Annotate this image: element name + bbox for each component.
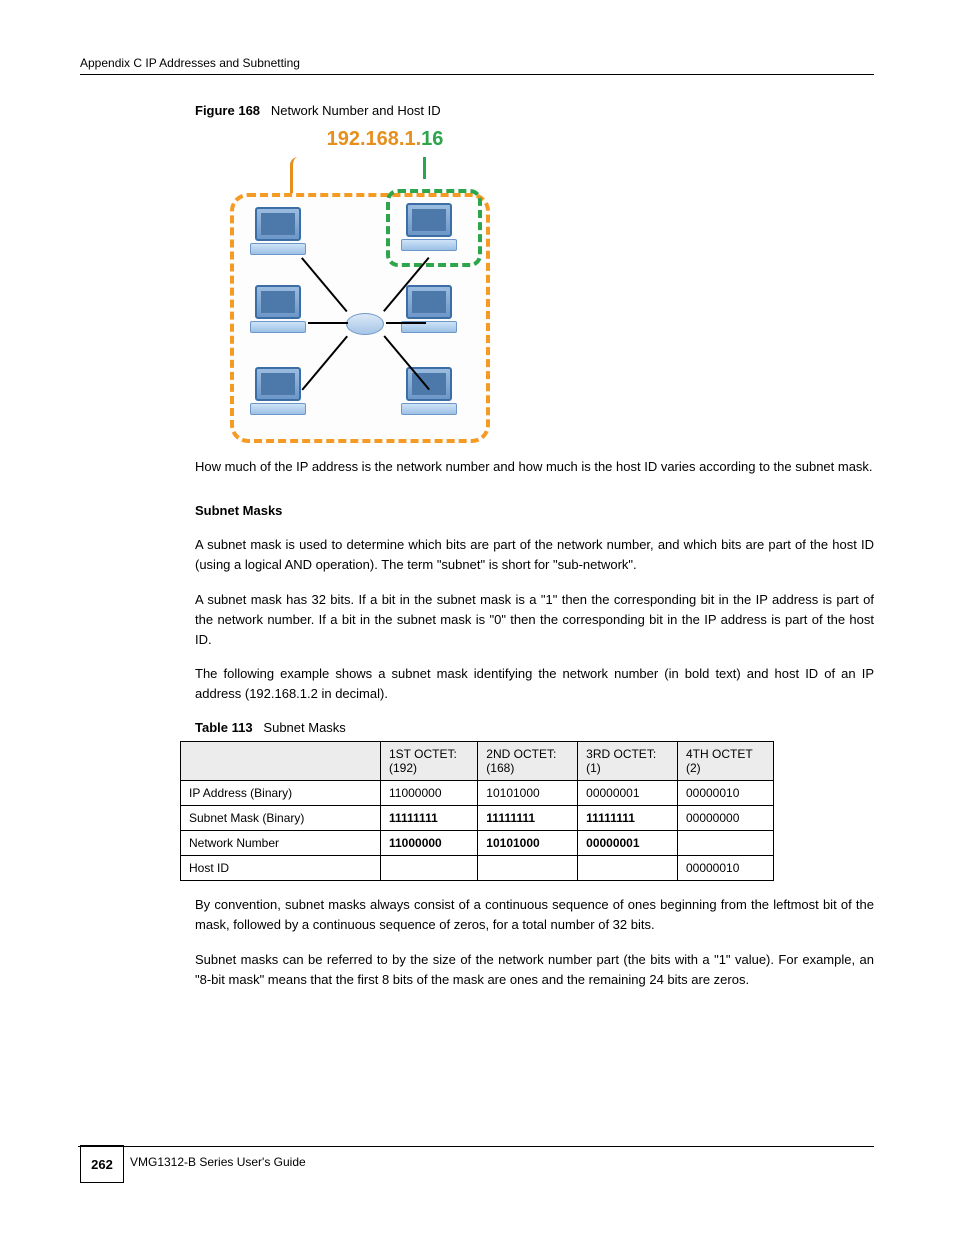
table-cell — [478, 856, 578, 881]
table-title: Subnet Masks — [263, 720, 345, 735]
table-cell: 00000010 — [677, 856, 773, 881]
table-header-row: 1ST OCTET:(192) 2ND OCTET:(168) 3RD OCTE… — [181, 742, 774, 781]
figure-label: Figure 168 — [195, 103, 260, 118]
network-box — [230, 193, 490, 443]
page-header: Appendix C IP Addresses and Subnetting — [80, 56, 874, 75]
table-cell: 00000010 — [677, 781, 773, 806]
body-paragraph: By convention, subnet masks always consi… — [195, 895, 874, 935]
table-header-cell: 1ST OCTET:(192) — [381, 742, 478, 781]
table-cell: 11111111 — [381, 806, 478, 831]
router-icon — [346, 313, 384, 335]
wire-icon — [386, 322, 426, 324]
network-diagram: 192.168.1.16 — [230, 128, 500, 443]
table-cell: 00000001 — [578, 781, 678, 806]
sub-heading: Subnet Masks — [195, 501, 874, 521]
table-row: Host ID 00000010 — [181, 856, 774, 881]
body-paragraph: A subnet mask is used to determine which… — [195, 535, 874, 575]
table-header-cell: 4TH OCTET(2) — [677, 742, 773, 781]
table-header-cell — [181, 742, 381, 781]
table-cell: 11000000 — [381, 781, 478, 806]
ip-network-part: 192.168.1. — [327, 128, 422, 150]
host-bracket-icon — [406, 157, 426, 179]
wire-icon — [301, 336, 347, 391]
computer-icon — [399, 285, 459, 340]
table-row: Subnet Mask (Binary) 11111111 11111111 1… — [181, 806, 774, 831]
computer-icon — [248, 367, 308, 422]
ip-address-label: 192.168.1.16 — [270, 128, 500, 151]
wire-icon — [308, 322, 348, 324]
table-cell: IP Address (Binary) — [181, 781, 381, 806]
wire-icon — [301, 257, 347, 312]
table-cell — [677, 831, 773, 856]
body-paragraph: The following example shows a subnet mas… — [195, 664, 874, 704]
body-paragraph: A subnet mask has 32 bits. If a bit in t… — [195, 590, 874, 650]
table-cell: Subnet Mask (Binary) — [181, 806, 381, 831]
table-cell: Host ID — [181, 856, 381, 881]
table-cell: 10101000 — [478, 831, 578, 856]
body-paragraph: How much of the IP address is the networ… — [195, 457, 874, 477]
table-caption: Table 113 Subnet Masks — [195, 720, 874, 735]
table-label: Table 113 — [195, 720, 253, 735]
body-paragraph: Subnet masks can be referred to by the s… — [195, 950, 874, 990]
table-cell: 11111111 — [478, 806, 578, 831]
table-row: IP Address (Binary) 11000000 10101000 00… — [181, 781, 774, 806]
page-number: 262 — [80, 1145, 124, 1183]
table-cell: Network Number — [181, 831, 381, 856]
table-header-cell: 3RD OCTET:(1) — [578, 742, 678, 781]
computer-icon — [248, 285, 308, 340]
ip-host-part: 16 — [421, 128, 443, 150]
computer-icon — [399, 367, 459, 422]
table-cell: 11111111 — [578, 806, 678, 831]
figure-title: Network Number and Host ID — [271, 103, 441, 118]
computer-icon — [248, 207, 308, 262]
table-cell: 11000000 — [381, 831, 478, 856]
table-cell — [381, 856, 478, 881]
network-bracket-icon — [290, 157, 310, 187]
footer-text: VMG1312-B Series User's Guide — [130, 1155, 306, 1169]
table-row: Network Number 11000000 10101000 0000000… — [181, 831, 774, 856]
table-cell: 10101000 — [478, 781, 578, 806]
table-cell — [578, 856, 678, 881]
subnet-mask-table: 1ST OCTET:(192) 2ND OCTET:(168) 3RD OCTE… — [180, 741, 774, 881]
table-header-cell: 2ND OCTET:(168) — [478, 742, 578, 781]
table-cell: 00000001 — [578, 831, 678, 856]
figure-caption: Figure 168 Network Number and Host ID — [195, 103, 874, 118]
computer-icon — [399, 203, 459, 258]
footer-rule — [78, 1146, 874, 1147]
table-cell: 00000000 — [677, 806, 773, 831]
